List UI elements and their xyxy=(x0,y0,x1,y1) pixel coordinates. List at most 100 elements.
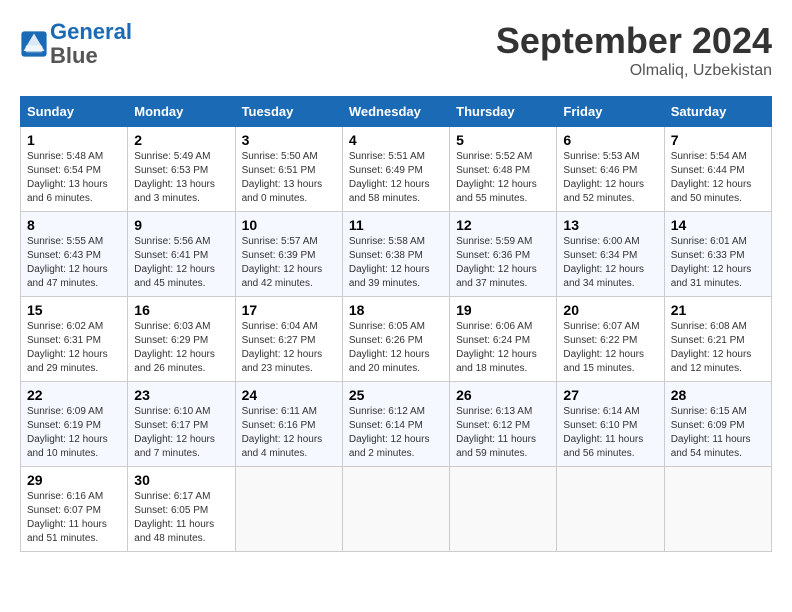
day-number: 29 xyxy=(27,472,121,488)
day-number: 22 xyxy=(27,387,121,403)
table-row xyxy=(450,467,557,552)
table-row: 7 Sunrise: 5:54 AM Sunset: 6:44 PM Daylig… xyxy=(664,127,771,212)
table-row: 13 Sunrise: 6:00 AM Sunset: 6:34 PM Dayli… xyxy=(557,212,664,297)
day-info: Sunrise: 6:03 AM Sunset: 6:29 PM Dayligh… xyxy=(134,320,228,376)
col-monday: Monday xyxy=(128,97,235,127)
table-row: 28 Sunrise: 6:15 AM Sunset: 6:09 PM Dayli… xyxy=(664,382,771,467)
day-number: 18 xyxy=(349,302,443,318)
day-info: Sunrise: 6:13 AM Sunset: 6:12 PM Dayligh… xyxy=(456,405,550,461)
day-number: 14 xyxy=(671,217,765,233)
day-info: Sunrise: 5:55 AM Sunset: 6:43 PM Dayligh… xyxy=(27,235,121,291)
table-row xyxy=(235,467,342,552)
day-number: 7 xyxy=(671,132,765,148)
day-info: Sunrise: 6:02 AM Sunset: 6:31 PM Dayligh… xyxy=(27,320,121,376)
day-number: 1 xyxy=(27,132,121,148)
day-number: 20 xyxy=(563,302,657,318)
day-number: 25 xyxy=(349,387,443,403)
day-info: Sunrise: 5:56 AM Sunset: 6:41 PM Dayligh… xyxy=(134,235,228,291)
day-number: 28 xyxy=(671,387,765,403)
day-number: 10 xyxy=(242,217,336,233)
table-row xyxy=(557,467,664,552)
col-saturday: Saturday xyxy=(664,97,771,127)
logo-icon xyxy=(20,30,48,58)
table-row: 5 Sunrise: 5:52 AM Sunset: 6:48 PM Daylig… xyxy=(450,127,557,212)
day-number: 24 xyxy=(242,387,336,403)
day-number: 12 xyxy=(456,217,550,233)
col-tuesday: Tuesday xyxy=(235,97,342,127)
day-info: Sunrise: 6:07 AM Sunset: 6:22 PM Dayligh… xyxy=(563,320,657,376)
table-row: 22 Sunrise: 6:09 AM Sunset: 6:19 PM Dayli… xyxy=(21,382,128,467)
day-info: Sunrise: 6:09 AM Sunset: 6:19 PM Dayligh… xyxy=(27,405,121,461)
col-friday: Friday xyxy=(557,97,664,127)
day-info: Sunrise: 5:51 AM Sunset: 6:49 PM Dayligh… xyxy=(349,150,443,206)
day-info: Sunrise: 6:14 AM Sunset: 6:10 PM Dayligh… xyxy=(563,405,657,461)
day-info: Sunrise: 5:57 AM Sunset: 6:39 PM Dayligh… xyxy=(242,235,336,291)
table-row: 30 Sunrise: 6:17 AM Sunset: 6:05 PM Dayli… xyxy=(128,467,235,552)
table-row: 26 Sunrise: 6:13 AM Sunset: 6:12 PM Dayli… xyxy=(450,382,557,467)
day-info: Sunrise: 5:58 AM Sunset: 6:38 PM Dayligh… xyxy=(349,235,443,291)
table-row: 21 Sunrise: 6:08 AM Sunset: 6:21 PM Dayli… xyxy=(664,297,771,382)
day-info: Sunrise: 6:17 AM Sunset: 6:05 PM Dayligh… xyxy=(134,490,228,546)
title-block: September 2024 Olmaliq, Uzbekistan xyxy=(496,20,772,80)
day-number: 8 xyxy=(27,217,121,233)
table-row: 9 Sunrise: 5:56 AM Sunset: 6:41 PM Daylig… xyxy=(128,212,235,297)
day-number: 19 xyxy=(456,302,550,318)
day-info: Sunrise: 6:12 AM Sunset: 6:14 PM Dayligh… xyxy=(349,405,443,461)
table-row: 17 Sunrise: 6:04 AM Sunset: 6:27 PM Dayli… xyxy=(235,297,342,382)
day-info: Sunrise: 5:54 AM Sunset: 6:44 PM Dayligh… xyxy=(671,150,765,206)
col-sunday: Sunday xyxy=(21,97,128,127)
table-row: 2Sunrise: 5:49 AM Sunset: 6:53 PM Daylig… xyxy=(128,127,235,212)
table-row: 15 Sunrise: 6:02 AM Sunset: 6:31 PM Dayli… xyxy=(21,297,128,382)
day-number: 5 xyxy=(456,132,550,148)
day-number: 15 xyxy=(27,302,121,318)
table-row xyxy=(664,467,771,552)
day-number: 27 xyxy=(563,387,657,403)
table-row: 1 Sunrise: 5:48 AM Sunset: 6:54 PM Daylig… xyxy=(21,127,128,212)
table-row: 23 Sunrise: 6:10 AM Sunset: 6:17 PM Dayli… xyxy=(128,382,235,467)
day-info: Sunrise: 6:04 AM Sunset: 6:27 PM Dayligh… xyxy=(242,320,336,376)
day-number: 21 xyxy=(671,302,765,318)
day-number: 23 xyxy=(134,387,228,403)
table-row: 20 Sunrise: 6:07 AM Sunset: 6:22 PM Dayli… xyxy=(557,297,664,382)
table-row: 14Sunrise: 6:01 AM Sunset: 6:33 PM Dayli… xyxy=(664,212,771,297)
day-number: 17 xyxy=(242,302,336,318)
table-row: 25 Sunrise: 6:12 AM Sunset: 6:14 PM Dayli… xyxy=(342,382,449,467)
table-row: 19 Sunrise: 6:06 AM Sunset: 6:24 PM Dayli… xyxy=(450,297,557,382)
day-info: Sunrise: 6:06 AM Sunset: 6:24 PM Dayligh… xyxy=(456,320,550,376)
day-number: 9 xyxy=(134,217,228,233)
day-info: Sunrise: 5:48 AM Sunset: 6:54 PM Dayligh… xyxy=(27,150,121,206)
col-thursday: Thursday xyxy=(450,97,557,127)
day-number: 16 xyxy=(134,302,228,318)
day-number: 26 xyxy=(456,387,550,403)
table-row: 4 Sunrise: 5:51 AM Sunset: 6:49 PM Daylig… xyxy=(342,127,449,212)
day-number: 13 xyxy=(563,217,657,233)
month-title: September 2024 xyxy=(496,20,772,62)
day-info: Sunrise: 6:15 AM Sunset: 6:09 PM Dayligh… xyxy=(671,405,765,461)
day-number: 4 xyxy=(349,132,443,148)
day-info: Sunrise: 6:16 AM Sunset: 6:07 PM Dayligh… xyxy=(27,490,121,546)
day-info: Sunrise: 6:11 AM Sunset: 6:16 PM Dayligh… xyxy=(242,405,336,461)
calendar: Sunday Monday Tuesday Wednesday Thursday… xyxy=(20,96,772,552)
table-row: 11 Sunrise: 5:58 AM Sunset: 6:38 PM Dayli… xyxy=(342,212,449,297)
logo: General Blue xyxy=(20,20,132,68)
day-info: Sunrise: 6:00 AM Sunset: 6:34 PM Dayligh… xyxy=(563,235,657,291)
day-info: Sunrise: 6:05 AM Sunset: 6:26 PM Dayligh… xyxy=(349,320,443,376)
col-wednesday: Wednesday xyxy=(342,97,449,127)
table-row: 6 Sunrise: 5:53 AM Sunset: 6:46 PM Daylig… xyxy=(557,127,664,212)
day-number: 11 xyxy=(349,217,443,233)
table-row: 12Sunrise: 5:59 AM Sunset: 6:36 PM Dayli… xyxy=(450,212,557,297)
day-info: Sunrise: 5:53 AM Sunset: 6:46 PM Dayligh… xyxy=(563,150,657,206)
table-row: 18 Sunrise: 6:05 AM Sunset: 6:26 PM Dayli… xyxy=(342,297,449,382)
day-number: 3 xyxy=(242,132,336,148)
day-info: Sunrise: 6:10 AM Sunset: 6:17 PM Dayligh… xyxy=(134,405,228,461)
location: Olmaliq, Uzbekistan xyxy=(496,62,772,80)
day-number: 6 xyxy=(563,132,657,148)
day-info: Sunrise: 5:52 AM Sunset: 6:48 PM Dayligh… xyxy=(456,150,550,206)
table-row: 10 Sunrise: 5:57 AM Sunset: 6:39 PM Dayli… xyxy=(235,212,342,297)
day-info: Sunrise: 6:08 AM Sunset: 6:21 PM Dayligh… xyxy=(671,320,765,376)
logo-text: General Blue xyxy=(50,20,132,68)
day-info: Sunrise: 5:50 AM Sunset: 6:51 PM Dayligh… xyxy=(242,150,336,206)
table-row: 27 Sunrise: 6:14 AM Sunset: 6:10 PM Dayli… xyxy=(557,382,664,467)
day-number: 30 xyxy=(134,472,228,488)
table-row: 8 Sunrise: 5:55 AM Sunset: 6:43 PM Daylig… xyxy=(21,212,128,297)
